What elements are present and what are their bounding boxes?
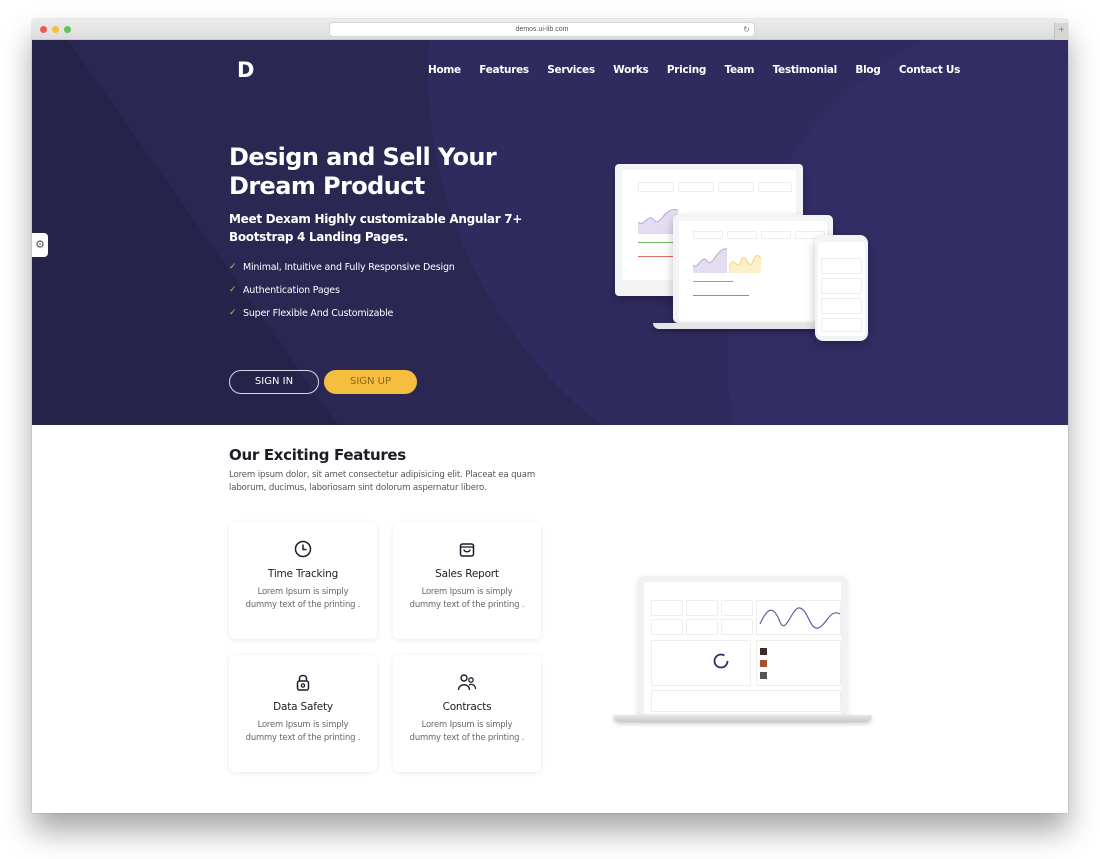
main-nav: Home Features Services Works Pricing Tea… xyxy=(428,64,978,76)
feature-card-text: Lorem Ipsum is simply dummy text of the … xyxy=(409,586,525,609)
hero-title: Design and Sell Your Dream Product xyxy=(229,143,497,200)
close-window-button[interactable] xyxy=(40,26,47,33)
new-tab-button[interactable]: + xyxy=(1054,23,1068,40)
sign-in-button[interactable]: SIGN IN xyxy=(229,370,319,394)
users-icon xyxy=(393,673,541,693)
feature-card-data-safety: Data Safety Lorem Ipsum is simply dummy … xyxy=(229,655,377,772)
minimize-window-button[interactable] xyxy=(52,26,59,33)
check-icon: ✓ xyxy=(229,285,237,295)
features-description: Lorem ipsum dolor, sit amet consectetur … xyxy=(229,470,536,493)
reload-icon[interactable]: ↻ xyxy=(743,23,750,36)
check-icon: ✓ xyxy=(229,262,237,272)
browser-window: demos.ui-lib.com ↻ + D Home Features Ser… xyxy=(32,19,1068,813)
maximize-window-button[interactable] xyxy=(64,26,71,33)
feature-card-text: Lorem Ipsum is simply dummy text of the … xyxy=(409,719,525,742)
checklist-text: Authentication Pages xyxy=(243,285,340,296)
phone-mockup-image xyxy=(815,235,868,341)
nav-features[interactable]: Features xyxy=(479,64,529,76)
dashboard-laptop-mockup-image xyxy=(638,576,847,718)
url-text: demos.ui-lib.com xyxy=(515,26,569,33)
nav-home[interactable]: Home xyxy=(428,64,461,76)
feature-card-text: Lorem Ipsum is simply dummy text of the … xyxy=(245,586,361,609)
nav-team[interactable]: Team xyxy=(724,64,754,76)
address-bar[interactable]: demos.ui-lib.com ↻ xyxy=(330,23,754,36)
feature-card-title: Data Safety xyxy=(273,701,333,713)
clock-icon xyxy=(229,540,377,560)
nav-testimonial[interactable]: Testimonial xyxy=(773,64,838,76)
feature-card-sales-report: Sales Report Lorem Ipsum is simply dummy… xyxy=(393,522,541,639)
shopping-bag-icon xyxy=(393,540,541,560)
hero-subtitle: Meet Dexam Highly customizable Angular 7… xyxy=(229,212,523,244)
feature-card-contracts: Contracts Lorem Ipsum is simply dummy te… xyxy=(393,655,541,772)
feature-card-time-tracking: Time Tracking Lorem Ipsum is simply dumm… xyxy=(229,522,377,639)
check-icon: ✓ xyxy=(229,308,237,318)
nav-contact-us[interactable]: Contact Us xyxy=(899,64,960,76)
feature-card-title: Time Tracking xyxy=(267,568,339,580)
feature-card-title: Contracts xyxy=(442,701,492,713)
mockup-screen xyxy=(818,242,865,336)
mockup-screen xyxy=(644,582,841,714)
hero-checklist: ✓ Minimal, Intuitive and Fully Responsive… xyxy=(229,262,455,331)
features-title: Our Exciting Features xyxy=(229,446,406,464)
nav-works[interactable]: Works xyxy=(613,64,649,76)
checklist-item: ✓ Minimal, Intuitive and Fully Responsive… xyxy=(229,262,455,285)
feature-card-title: Sales Report xyxy=(435,568,499,580)
nav-services[interactable]: Services xyxy=(547,64,595,76)
logo[interactable]: D xyxy=(237,58,254,82)
checklist-item: ✓ Super Flexible And Customizable xyxy=(229,308,455,331)
lock-icon xyxy=(229,673,377,693)
nav-pricing[interactable]: Pricing xyxy=(667,64,706,76)
laptop-base xyxy=(613,715,872,722)
checklist-text: Super Flexible And Customizable xyxy=(243,308,394,319)
browser-titlebar: demos.ui-lib.com ↻ + xyxy=(32,19,1068,40)
settings-gear-icon[interactable]: ⚙ xyxy=(32,233,48,257)
nav-blog[interactable]: Blog xyxy=(855,64,880,76)
checklist-item: ✓ Authentication Pages xyxy=(229,285,455,308)
checklist-text: Minimal, Intuitive and Fully Responsive … xyxy=(243,262,455,273)
page: demos.ui-lib.com ↻ + D Home Features Ser… xyxy=(0,0,1100,859)
hero-section: D Home Features Services Works Pricing T… xyxy=(32,40,1068,425)
laptop-mockup-image xyxy=(673,215,833,323)
mockup-screen xyxy=(679,221,827,321)
sign-up-button[interactable]: SIGN UP xyxy=(324,370,417,394)
feature-card-text: Lorem Ipsum is simply dummy text of the … xyxy=(245,719,361,742)
